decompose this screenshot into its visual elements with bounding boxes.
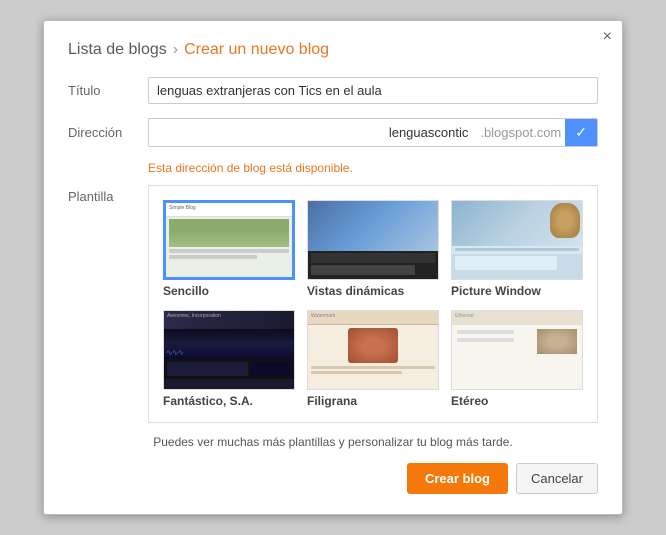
template-item-filigrana[interactable]: Watermark Filigrana [301,304,445,414]
template-thumb-etereo: Ethereal [451,310,583,390]
footer-note: Puedes ver muchas más plantillas y perso… [68,435,598,449]
template-thumb-filigrana: Watermark [307,310,439,390]
footer-buttons: Crear blog Cancelar [68,463,598,494]
template-item-fantastico[interactable]: Awesome, Incorporation Fantástico, S.A. [157,304,301,414]
direccion-input[interactable] [149,120,476,145]
breadcrumb-current: Crear un nuevo blog [184,41,329,59]
create-blog-dialog: × Lista de blogs › Crear un nuevo blog T… [43,20,623,515]
titulo-input[interactable] [148,77,598,104]
plantilla-grid: Simple Blog Sencillo Vistas dinámicas [149,186,597,422]
titulo-row: Título [68,77,598,104]
template-name-picture: Picture Window [451,284,583,298]
template-thumb-vistas [307,200,439,280]
breadcrumb-separator: › [173,41,178,59]
direccion-label: Dirección [68,125,148,140]
template-name-fantastico: Fantástico, S.A. [163,394,295,408]
create-blog-button[interactable]: Crear blog [407,463,508,494]
address-row: .blogspot.com ✓ [148,118,598,147]
close-button[interactable]: × [603,29,612,45]
template-name-etereo: Etéreo [451,394,583,408]
template-item-vistas[interactable]: Vistas dinámicas [301,194,445,304]
template-item-sencillo[interactable]: Simple Blog Sencillo [157,194,301,304]
template-thumb-picture [451,200,583,280]
plantilla-label: Plantilla [68,185,148,423]
template-name-filigrana: Filigrana [307,394,439,408]
template-name-vistas: Vistas dinámicas [307,284,439,298]
plantilla-grid-wrapper[interactable]: Simple Blog Sencillo Vistas dinámicas [148,185,598,423]
address-domain: .blogspot.com [476,120,565,145]
cancel-button[interactable]: Cancelar [516,463,598,494]
address-check-button[interactable]: ✓ [565,119,597,146]
template-thumb-sencillo: Simple Blog [163,200,295,280]
breadcrumb: Lista de blogs › Crear un nuevo blog [68,41,598,59]
titulo-label: Título [68,83,148,98]
template-thumb-fantastico: Awesome, Incorporation [163,310,295,390]
template-item-etereo[interactable]: Ethereal Etéreo [445,304,589,414]
template-name-sencillo: Sencillo [163,284,295,298]
address-available-message: Esta dirección de blog está disponible. [148,161,598,175]
breadcrumb-list[interactable]: Lista de blogs [68,41,167,59]
direccion-row: Dirección .blogspot.com ✓ [68,118,598,147]
plantilla-section: Plantilla Simple Blog Sencillo [68,185,598,423]
template-item-picture[interactable]: Picture Window [445,194,589,304]
